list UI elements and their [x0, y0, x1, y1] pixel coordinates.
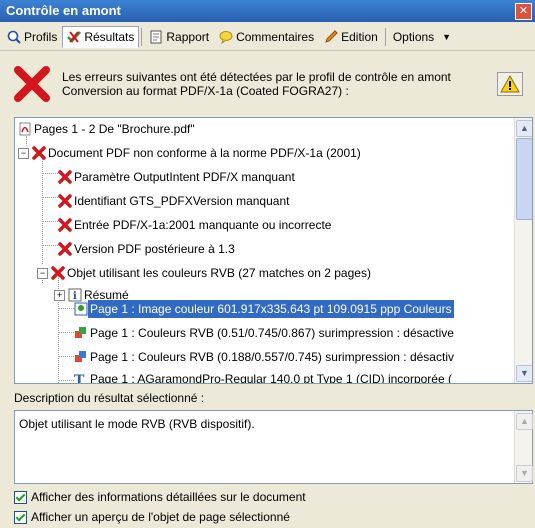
description-box[interactable]: Objet utilisant le mode RVB (RVB disposi…: [14, 410, 533, 484]
svg-text:T: T: [74, 373, 85, 384]
tree-label: Page 1 : Image couleur 601.917x335.643 p…: [88, 300, 454, 318]
tree-row-root[interactable]: Pages 1 - 2 De "Brochure.pdf": [18, 120, 197, 138]
tree-row[interactable]: Page 1 : Couleurs RVB (0.188/0.557/0.745…: [74, 348, 456, 366]
tree-line: [58, 332, 74, 333]
scroll-thumb[interactable]: [516, 138, 532, 220]
tree-row[interactable]: − Document PDF non conforme à la norme P…: [18, 144, 363, 162]
error-icon: [58, 242, 72, 256]
color-icon: [75, 351, 86, 362]
checkbox-label: Afficher un aperçu de l'objet de page sé…: [31, 510, 290, 524]
collapse-icon[interactable]: −: [18, 147, 29, 159]
window-title: Contrôle en amont: [6, 3, 121, 18]
pencil-icon: [325, 30, 338, 43]
tree-row[interactable]: Identifiant GTS_PDFXVersion manquant: [58, 192, 291, 210]
collapse-icon[interactable]: −: [37, 267, 48, 279]
dropdown-icon: ▼: [442, 32, 452, 42]
tree-scrollbar[interactable]: ▲ ▼: [514, 118, 532, 383]
scroll-up-button[interactable]: ▲: [516, 120, 532, 137]
tab-label: Options: [392, 30, 435, 44]
tab-label: Edition: [341, 30, 378, 44]
results-icon: [67, 31, 82, 43]
scroll-down-button[interactable]: ▼: [516, 365, 532, 382]
title-bar: Contrôle en amont ✕: [0, 0, 535, 22]
tab-commentaires[interactable]: Commentaires: [214, 26, 319, 48]
error-icon: [58, 170, 72, 184]
close-button[interactable]: ✕: [515, 3, 532, 20]
tree-label: Paramètre OutputIntent PDF/X manquant: [74, 170, 295, 184]
color-icon: [75, 327, 86, 338]
tab-resultats[interactable]: Résultats: [62, 26, 140, 48]
comments-icon: [219, 31, 233, 44]
error-icon: [51, 266, 65, 280]
checkbox-preview[interactable]: Afficher un aperçu de l'objet de page sé…: [14, 510, 290, 524]
tree-label: Page 1 : Couleurs RVB (0.51/0.745/0.867)…: [90, 326, 454, 340]
checkbox-label: Afficher des informations détaillées sur…: [31, 490, 306, 504]
error-icon: [14, 66, 50, 102]
scroll-down-button[interactable]: ▼: [516, 465, 533, 482]
separator: [384, 28, 386, 46]
tab-label: Commentaires: [236, 30, 315, 44]
tab-rapport[interactable]: Rapport: [144, 26, 214, 48]
tree-line: [42, 154, 43, 264]
tree-label: Objet utilisant les couleurs RVB (27 mat…: [67, 266, 371, 280]
checkbox-box[interactable]: [14, 490, 27, 504]
tree-label: Page 1 : Couleurs RVB (0.188/0.557/0.745…: [90, 350, 454, 364]
tree-line: [42, 245, 58, 246]
description-text: Objet utilisant le mode RVB (RVB disposi…: [19, 417, 255, 431]
tab-label: Résultats: [84, 30, 135, 44]
expand-icon[interactable]: +: [54, 289, 65, 301]
scroll-up-button[interactable]: ▲: [516, 413, 533, 430]
tree-line: [58, 356, 74, 357]
tree-line: [58, 308, 74, 309]
tree-label: Page 1 : AGaramondPro-Regular 140.0 pt T…: [90, 372, 452, 384]
tree-row[interactable]: Page 1 : Couleurs RVB (0.51/0.745/0.867)…: [74, 324, 456, 342]
tree-label: Identifiant GTS_PDFXVersion manquant: [74, 194, 290, 208]
pdf-icon: [19, 122, 31, 136]
error-message: Les erreurs suivantes ont été détectées …: [62, 70, 451, 98]
tree-label: Version PDF postérieure à 1.3: [74, 242, 235, 256]
magnifier-icon: [7, 30, 21, 44]
description-scrollbar[interactable]: ▲ ▼: [514, 411, 533, 483]
tab-options[interactable]: Options ▼: [388, 26, 456, 48]
image-icon: [74, 302, 88, 316]
tree-row-selected[interactable]: Page 1 : Image couleur 601.917x335.643 p…: [74, 300, 454, 318]
checkbox-detailed-info[interactable]: Afficher des informations détaillées sur…: [14, 490, 306, 504]
tree-label: Document PDF non conforme à la norme PDF…: [48, 146, 361, 160]
results-tree[interactable]: Pages 1 - 2 De "Brochure.pdf" − Document…: [14, 117, 533, 384]
tree-label: Pages 1 - 2 De "Brochure.pdf": [34, 122, 195, 136]
tab-edition[interactable]: Edition: [319, 26, 383, 48]
tree-row[interactable]: T Page 1 : AGaramondPro-Regular 140.0 pt…: [74, 370, 454, 384]
tree-row[interactable]: − Objet utilisant les couleurs RVB (27 m…: [37, 264, 373, 282]
tree-label: Entrée PDF/X-1a:2001 manquante ou incorr…: [74, 218, 332, 232]
tab-label: Profils: [24, 30, 58, 44]
tab-profils[interactable]: Profils: [2, 26, 62, 48]
tree-line: [42, 197, 58, 198]
description-label: Description du résultat sélectionné :: [14, 391, 205, 405]
error-icon: [58, 194, 72, 208]
error-icon: [32, 146, 46, 160]
tree-row[interactable]: Paramètre OutputIntent PDF/X manquant: [58, 168, 297, 186]
tree-line: [42, 221, 58, 222]
tree-row[interactable]: Entrée PDF/X-1a:2001 manquante ou incorr…: [58, 216, 333, 234]
tree-line: [42, 173, 58, 174]
separator: [141, 28, 143, 46]
checkbox-box[interactable]: [14, 510, 27, 524]
warning-icon: [500, 74, 520, 93]
font-icon: T: [74, 373, 85, 384]
tree-line: [58, 380, 74, 381]
report-icon: [150, 30, 162, 44]
error-icon: [58, 218, 72, 232]
tab-label: Rapport: [166, 30, 210, 44]
warning-button[interactable]: [497, 72, 523, 96]
toolbar: Profils Résultats Rapport Commentaires E…: [2, 26, 533, 48]
tree-row[interactable]: Version PDF postérieure à 1.3: [58, 240, 237, 258]
